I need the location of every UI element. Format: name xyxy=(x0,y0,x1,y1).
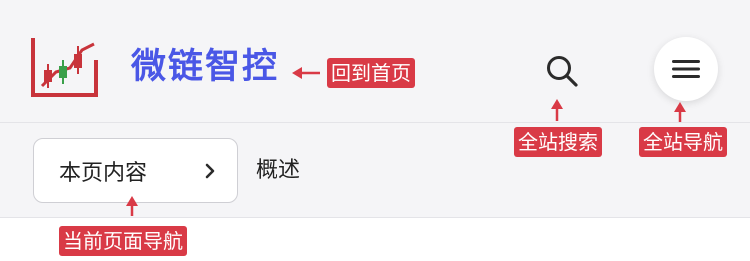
site-logo[interactable] xyxy=(30,36,98,98)
chevron-right-icon xyxy=(205,163,215,178)
toc-label: 本页内容 xyxy=(59,160,148,186)
annotation-arrow-up-icon xyxy=(551,99,563,121)
search-button[interactable] xyxy=(540,49,584,93)
annotation-arrow-left-icon xyxy=(292,67,320,79)
site-menu-button[interactable] xyxy=(654,37,718,101)
annotation-site-nav: 全站导航 xyxy=(639,127,727,157)
current-section-title: 概述 xyxy=(256,158,301,183)
logo-icon xyxy=(31,38,98,97)
annotation-arrow-up-icon xyxy=(126,196,138,216)
hamburger-menu-icon xyxy=(672,60,700,78)
annotation-home: 回到首页 xyxy=(327,58,415,88)
annotation-arrow-up-icon xyxy=(674,102,686,122)
annotation-page-nav: 当前页面导航 xyxy=(59,226,187,256)
site-name-link[interactable]: 微链智控 xyxy=(131,44,279,90)
annotation-search: 全站搜索 xyxy=(514,127,602,157)
page-toc-button[interactable]: 本页内容 xyxy=(33,138,238,203)
search-icon xyxy=(547,56,578,87)
